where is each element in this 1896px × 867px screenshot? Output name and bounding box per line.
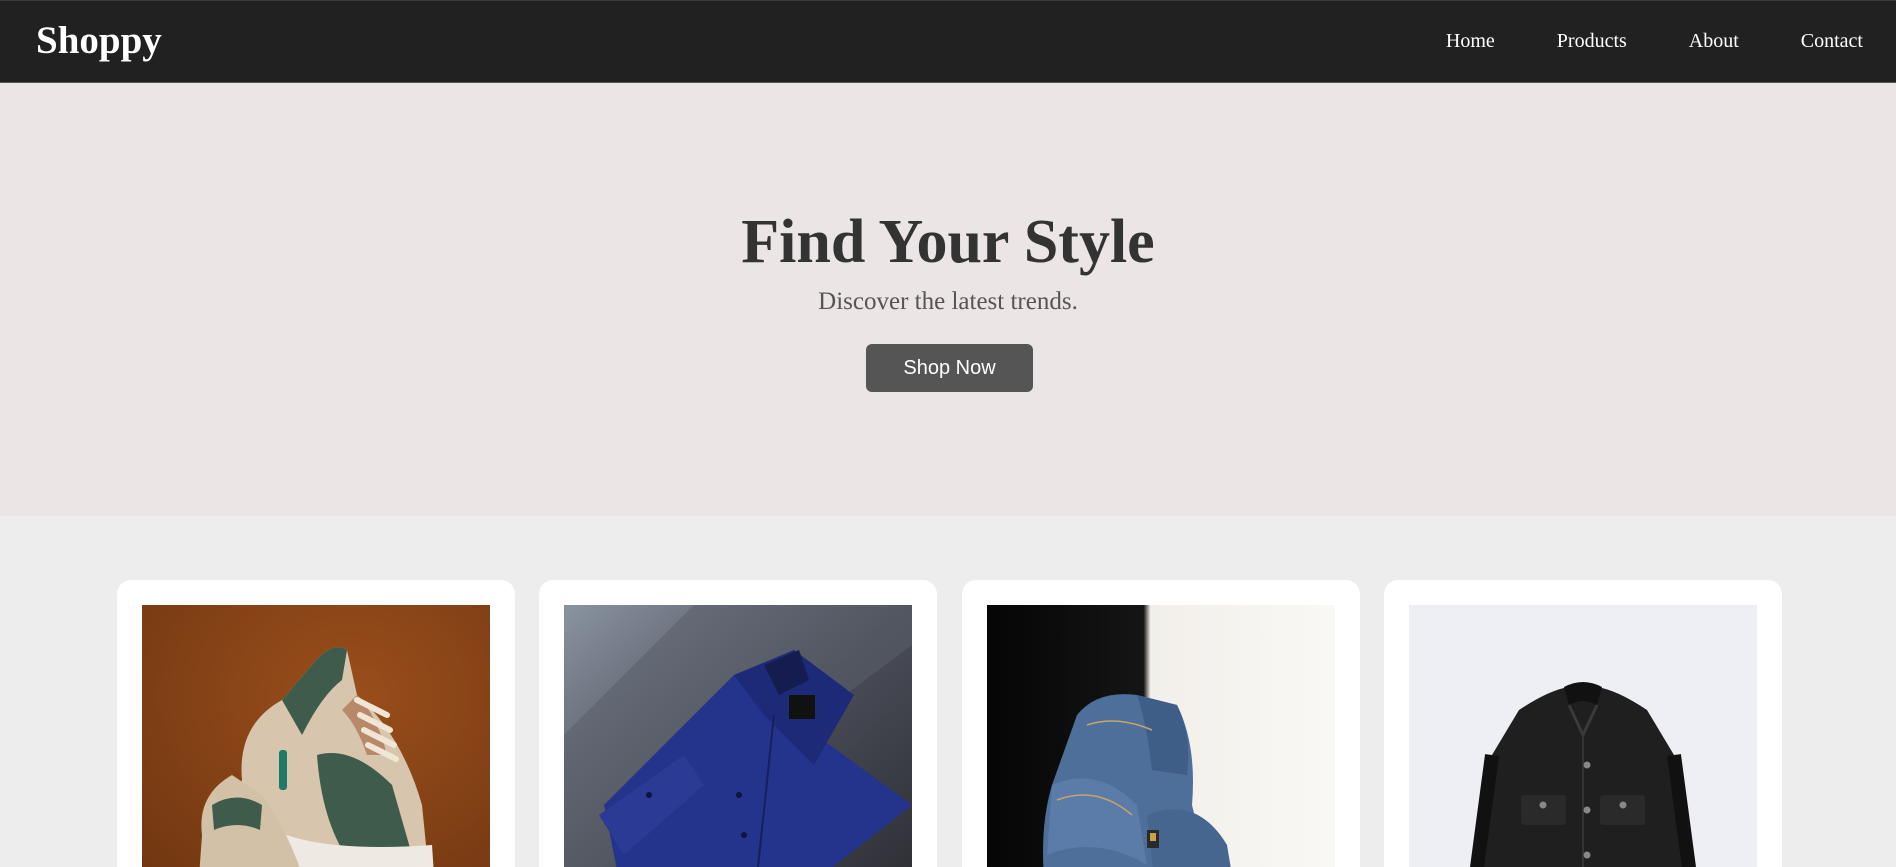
product-card[interactable]	[1384, 580, 1782, 867]
hero-section: Find Your Style Discover the latest tren…	[0, 83, 1896, 516]
product-card[interactable]	[962, 580, 1360, 867]
nav-link-home[interactable]: Home	[1446, 30, 1495, 53]
shop-now-button[interactable]: Shop Now	[866, 344, 1033, 392]
hero-title: Find Your Style	[741, 208, 1155, 276]
nav-links: Home Products About Contact	[1446, 30, 1863, 53]
nav-link-about[interactable]: About	[1689, 30, 1739, 53]
product-card[interactable]	[117, 580, 515, 867]
product-grid	[0, 516, 1896, 867]
black-jacket-image[interactable]	[1409, 605, 1757, 867]
hero-subtitle: Discover the latest trends.	[818, 288, 1078, 315]
nav-link-products[interactable]: Products	[1557, 30, 1627, 53]
brand-logo[interactable]: Shoppy	[36, 18, 162, 63]
nav-link-contact[interactable]: Contact	[1801, 30, 1863, 53]
navbar: Shoppy Home Products About Contact	[0, 0, 1896, 83]
blue-shirt-image[interactable]	[564, 605, 912, 867]
product-card[interactable]	[539, 580, 937, 867]
sneakers-image[interactable]	[142, 605, 490, 867]
jeans-image[interactable]	[987, 605, 1335, 867]
